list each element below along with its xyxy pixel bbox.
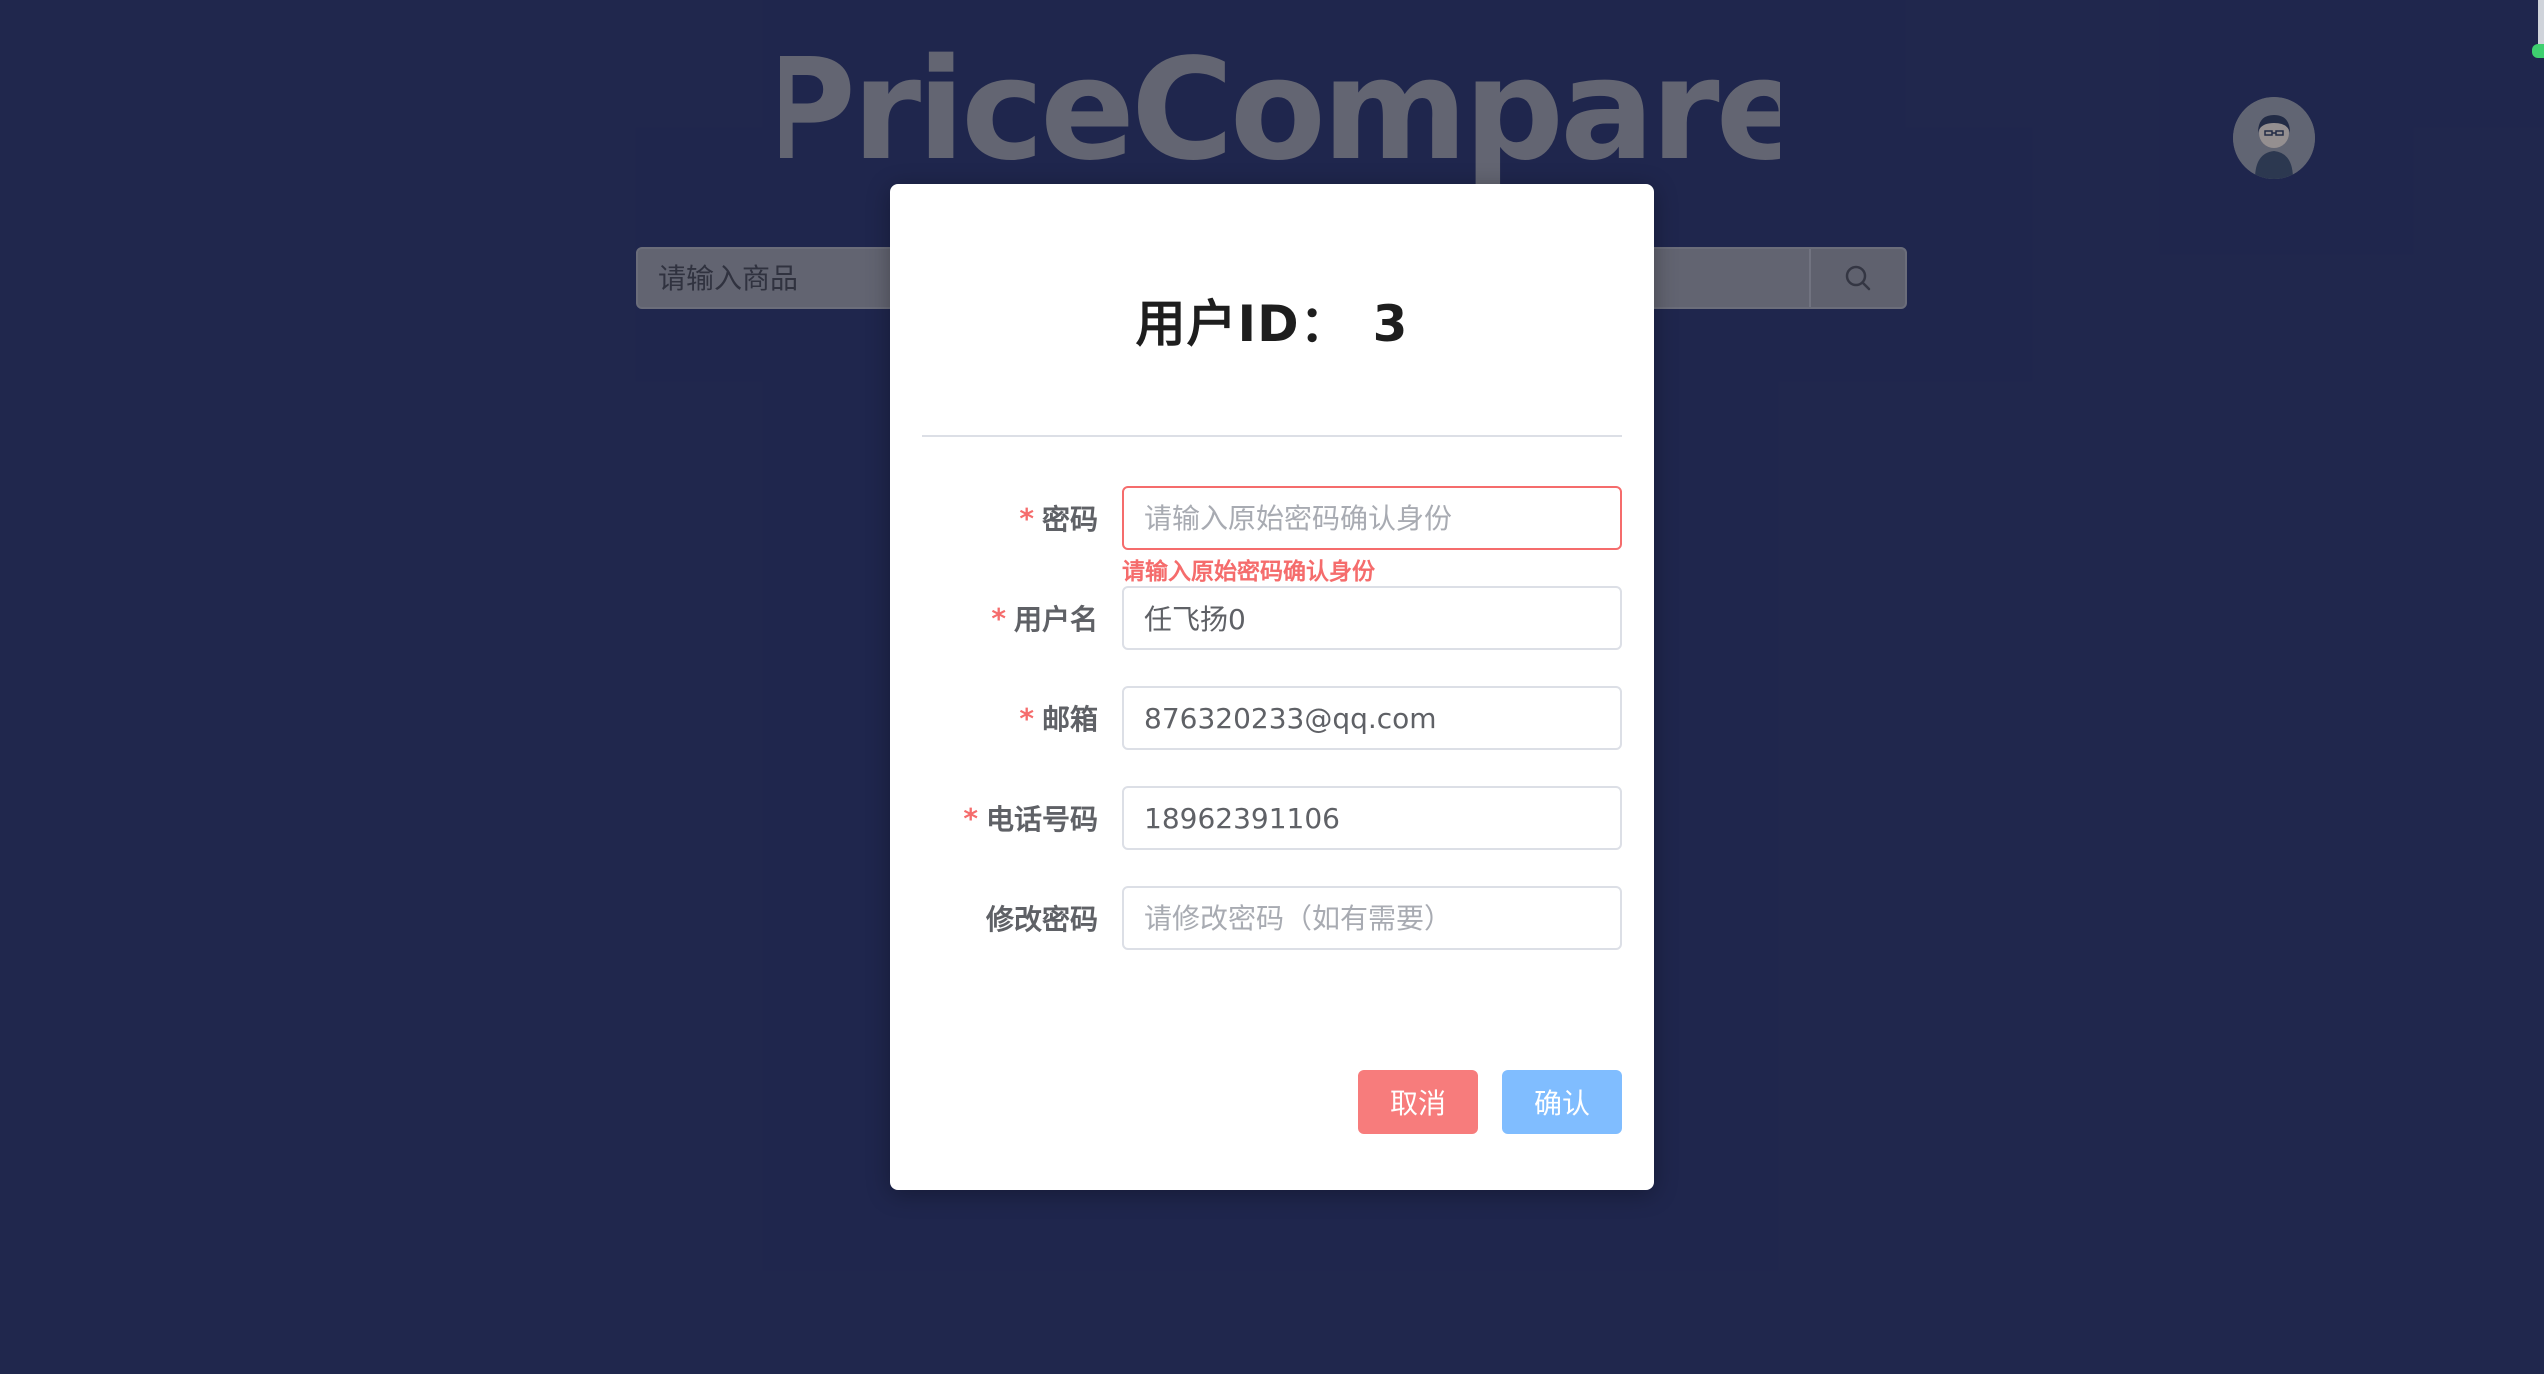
phone-label: * 电话号码 — [963, 801, 1098, 837]
form-row-username: * 用户名 — [890, 586, 1654, 650]
phone-input[interactable] — [1122, 786, 1622, 850]
cancel-button[interactable]: 取消 — [1358, 1070, 1478, 1134]
confirm-button[interactable]: 确认 — [1502, 1070, 1622, 1134]
dialog-divider — [922, 435, 1622, 437]
email-label: * 邮箱 — [1019, 701, 1098, 737]
required-mark: * — [1019, 501, 1034, 535]
email-input[interactable] — [1122, 686, 1622, 750]
required-mark: * — [1019, 701, 1034, 735]
required-mark: * — [963, 801, 978, 835]
form-row-password: * 密码 请输入原始密码确认身份 — [890, 486, 1654, 585]
username-label: * 用户名 — [991, 601, 1098, 637]
page-background: PriceCompare 用户ID：3 — [0, 0, 2544, 1374]
dialog-user-id: 3 — [1372, 295, 1409, 353]
status-dot — [2532, 44, 2544, 58]
new-password-label: 修改密码 — [985, 903, 1098, 936]
form-row-new-password: 修改密码 — [890, 886, 1654, 950]
password-input[interactable] — [1122, 486, 1622, 550]
edit-user-dialog: 用户ID： 3 * 密码 请输入原始密码确认身份 * 用户名 * 邮箱 — [890, 184, 1654, 1190]
required-mark: * — [991, 601, 1006, 635]
dialog-title: 用户ID： 3 — [890, 284, 1654, 356]
new-password-input[interactable] — [1122, 886, 1622, 950]
dialog-title-prefix: 用户ID： — [1135, 295, 1351, 353]
password-label: * 密码 — [1019, 501, 1098, 537]
password-error: 请输入原始密码确认身份 — [1122, 559, 1375, 585]
form-row-phone: * 电话号码 — [890, 786, 1654, 850]
form-row-email: * 邮箱 — [890, 686, 1654, 750]
username-input[interactable] — [1122, 586, 1622, 650]
